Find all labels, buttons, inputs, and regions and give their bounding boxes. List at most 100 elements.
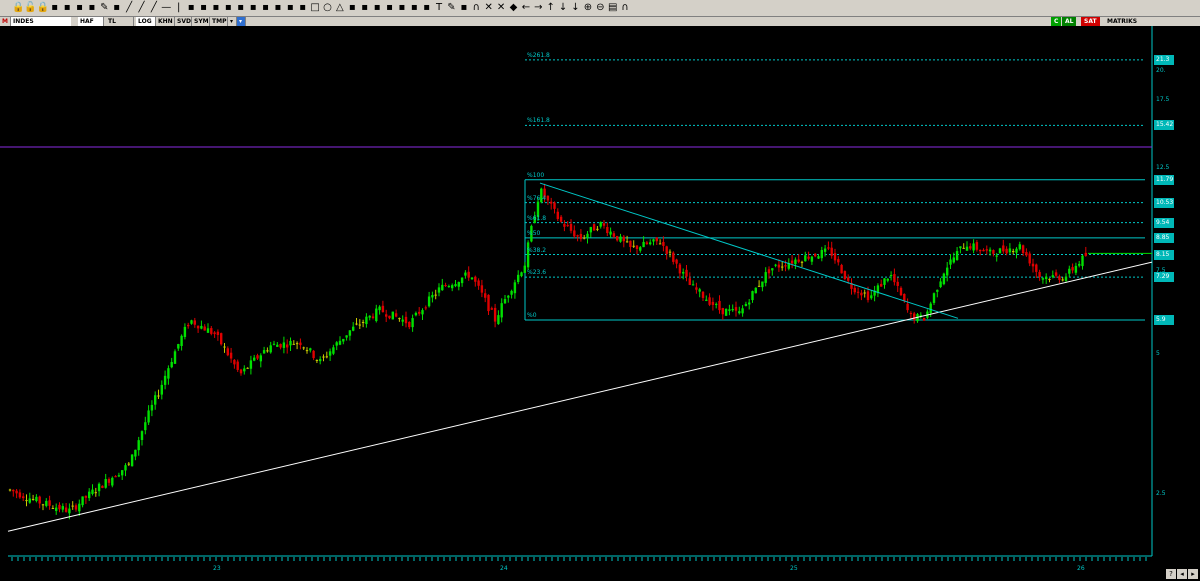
cross-icon[interactable]: ✕: [483, 2, 494, 13]
candle-body: [22, 496, 25, 499]
gann-icon[interactable]: ▪: [384, 2, 395, 13]
candle-body: [946, 267, 949, 276]
channel-icon[interactable]: ▪: [210, 2, 221, 13]
magnet-icon[interactable]: ∩: [620, 2, 631, 13]
chain-icon[interactable]: ▪: [49, 2, 60, 13]
candle-body: [55, 507, 58, 511]
arrow-down-icon[interactable]: ↓: [558, 2, 569, 13]
candle-body: [853, 287, 856, 293]
triangle-icon[interactable]: △: [334, 2, 345, 13]
candle-button[interactable]: KHN: [156, 17, 175, 26]
candle-body: [355, 323, 358, 325]
template-button[interactable]: TMP: [210, 17, 228, 26]
log-button[interactable]: LOG: [136, 17, 156, 26]
candle-body: [378, 306, 381, 311]
candle-body: [45, 500, 48, 506]
chevron-down-icon[interactable]: ▾: [228, 17, 237, 26]
candle-body: [91, 489, 94, 494]
fib-icon[interactable]: ▪: [248, 2, 259, 13]
help-icon[interactable]: ?: [1166, 569, 1176, 579]
candle-body: [302, 347, 305, 349]
ellipse-icon[interactable]: ○: [322, 2, 333, 13]
wrench-icon[interactable]: ▪: [62, 2, 73, 13]
buy-button[interactable]: AL: [1062, 17, 1077, 26]
pen-icon[interactable]: ✎: [99, 2, 110, 13]
pitch-icon[interactable]: ▪: [409, 2, 420, 13]
cross-icon[interactable]: ✕: [496, 2, 507, 13]
vline-icon[interactable]: |: [173, 2, 184, 13]
trend-icon[interactable]: ▪: [198, 2, 209, 13]
fan-icon[interactable]: ▪: [297, 2, 308, 13]
marker-icon[interactable]: ▪: [458, 2, 469, 13]
print-icon[interactable]: ▤: [607, 2, 618, 13]
gann-icon[interactable]: ▪: [347, 2, 358, 13]
fib-icon[interactable]: ▪: [260, 2, 271, 13]
fib-icon[interactable]: ▪: [223, 2, 234, 13]
candle-body: [728, 309, 731, 311]
candle-body: [315, 359, 319, 361]
candle-body: [477, 280, 480, 286]
tools-icon[interactable]: ▪: [74, 2, 85, 13]
candle-body: [58, 504, 61, 510]
currency-button[interactable]: TL: [106, 17, 134, 26]
candle-body: [144, 422, 147, 431]
diamond-icon[interactable]: ◆: [508, 2, 519, 13]
candle-body: [342, 338, 345, 342]
lock-icon[interactable]: 🔒: [37, 2, 49, 13]
candle-body: [239, 369, 243, 374]
symbol-button[interactable]: SYM: [192, 17, 210, 26]
lock-open-icon[interactable]: 🔓: [24, 2, 36, 13]
dart-icon[interactable]: ▪: [111, 2, 122, 13]
hline-icon[interactable]: —: [161, 2, 172, 13]
candle-body: [764, 272, 767, 283]
symbol-input[interactable]: [11, 17, 71, 26]
dropdown-icon[interactable]: ▾: [237, 17, 246, 26]
note-icon[interactable]: ✎: [446, 2, 457, 13]
line-icon[interactable]: ╱: [136, 2, 147, 13]
logo: M: [0, 17, 11, 26]
arrow-left-icon[interactable]: ←: [520, 2, 531, 13]
line-icon[interactable]: ╱: [148, 2, 159, 13]
lock-icon[interactable]: 🔒: [12, 2, 24, 13]
gann-icon[interactable]: ▪: [359, 2, 370, 13]
period-button[interactable]: HAF: [78, 17, 104, 26]
text-icon[interactable]: T: [434, 2, 445, 13]
gann-icon[interactable]: ▪: [396, 2, 407, 13]
candle-body: [31, 498, 35, 500]
volume-button[interactable]: SVD: [175, 17, 192, 26]
candle-body: [751, 291, 754, 301]
candle-body: [962, 247, 965, 249]
candle-body: [711, 301, 715, 305]
scroll-left-icon[interactable]: ◂: [1177, 569, 1187, 579]
candle-body: [361, 322, 365, 324]
candle-body: [262, 350, 266, 354]
fib-icon[interactable]: ▪: [272, 2, 283, 13]
arrow-right-icon[interactable]: →: [533, 2, 544, 13]
chart-type-pill[interactable]: C: [1051, 17, 1062, 26]
zoom-in-icon[interactable]: ⊕: [582, 2, 593, 13]
gann-icon[interactable]: ▪: [372, 2, 383, 13]
sell-button[interactable]: SAT: [1081, 17, 1100, 26]
candle-body: [223, 346, 226, 348]
scroll-right-icon[interactable]: ▸: [1188, 569, 1198, 579]
candle-body: [1045, 276, 1048, 280]
hand-icon[interactable]: ▪: [86, 2, 97, 13]
arrow-up-icon[interactable]: ↑: [545, 2, 556, 13]
zoom-out-icon[interactable]: ⊖: [595, 2, 606, 13]
candle-body: [328, 351, 332, 356]
candle-body: [1081, 255, 1084, 267]
candle-body: [1031, 263, 1035, 267]
arrow-down-icon[interactable]: ↓: [570, 2, 581, 13]
candle-body: [619, 236, 622, 242]
candle-body: [233, 359, 236, 365]
price-chart[interactable]: [0, 26, 1200, 581]
candle-body: [705, 299, 708, 301]
line-icon[interactable]: ╱: [124, 2, 135, 13]
arc-icon[interactable]: ▪: [285, 2, 296, 13]
pitch-icon[interactable]: ▪: [421, 2, 432, 13]
box-icon[interactable]: □: [310, 2, 321, 13]
ray-icon[interactable]: ▪: [186, 2, 197, 13]
magnet-icon[interactable]: ∩: [471, 2, 482, 13]
fib-icon[interactable]: ▪: [235, 2, 246, 13]
candle-body: [480, 285, 484, 293]
